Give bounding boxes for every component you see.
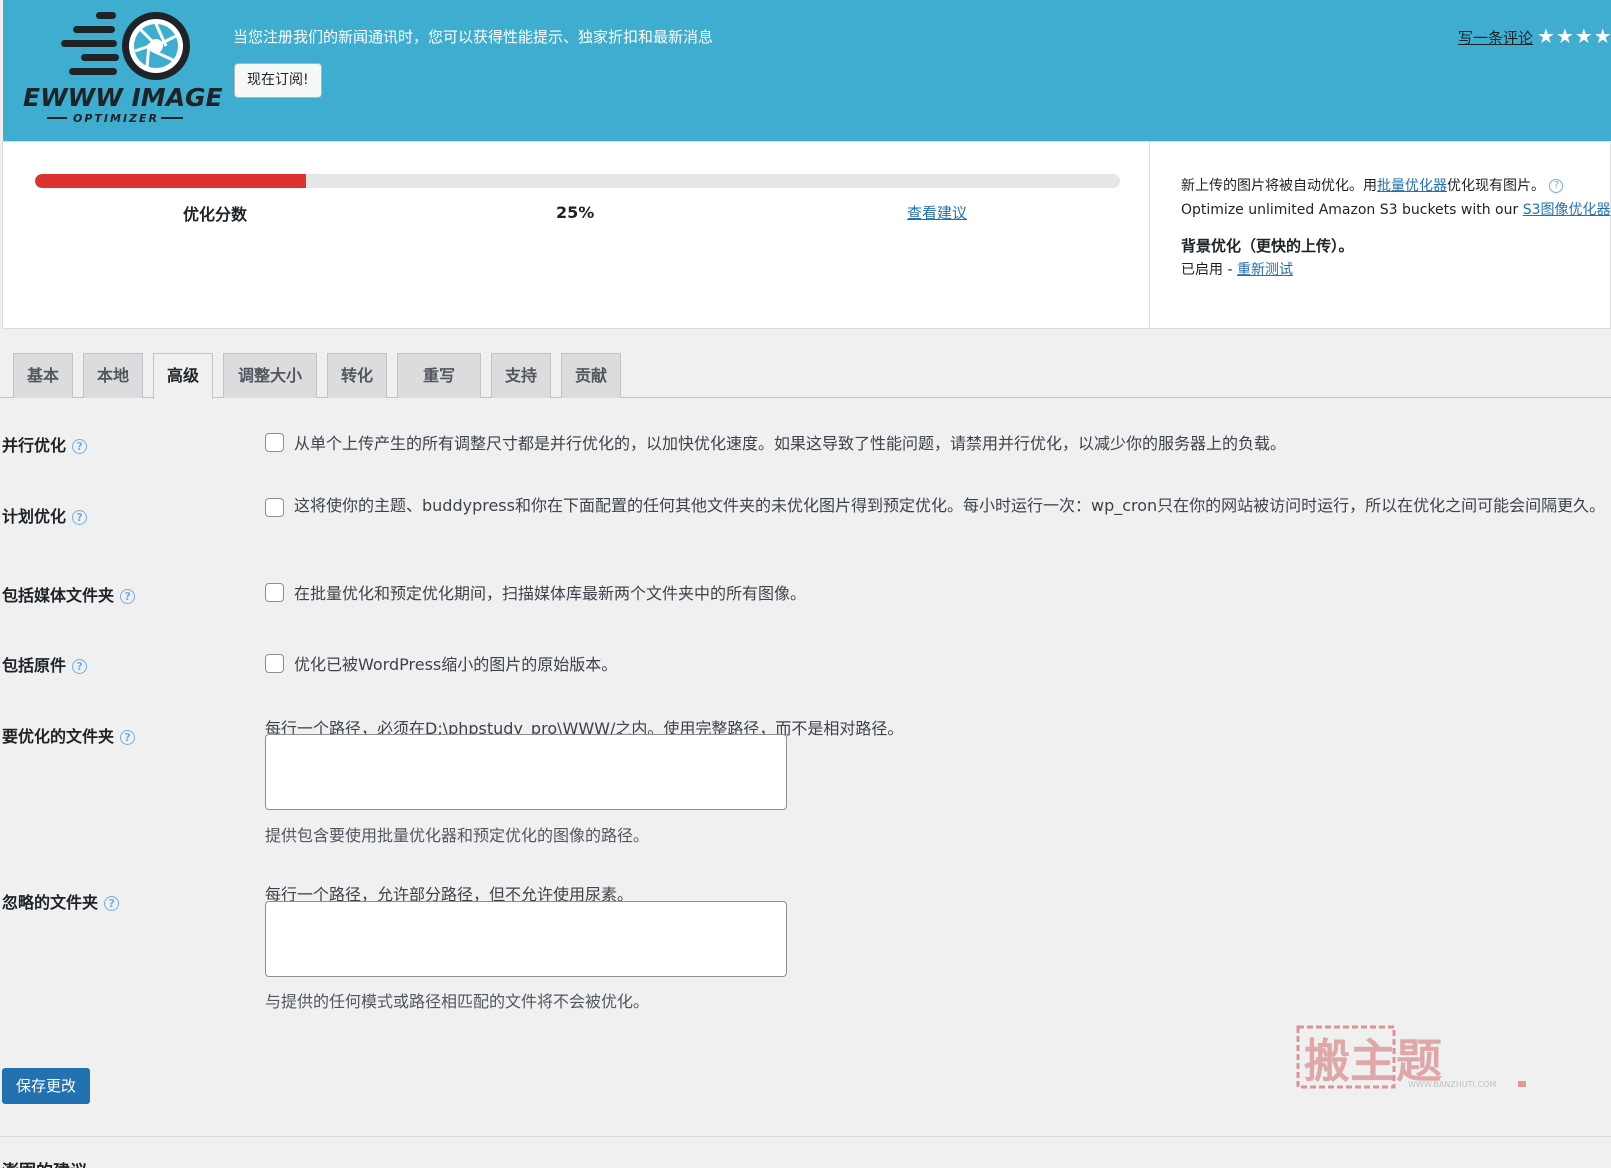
optimization-score-area: 优化分数 25% 查看建议 [3,142,1150,328]
review-link[interactable]: 写一条评论 [1458,29,1533,47]
ignored-folders-hint: 与提供的任何模式或路径相匹配的文件将不会被优化。 [265,992,650,1011]
recommendations-heading: 澎围的建议 [2,1157,87,1168]
subscribe-button[interactable]: 现在订阅! [234,63,322,98]
rating-stars-icon: ★★★★ [1537,24,1611,48]
settings-tabs: 基本 本地 高级 调整大小 转化 重写 支持 贡献 [0,353,1611,399]
tab-rewrite[interactable]: 重写 [397,353,481,398]
bulk-optimizer-link[interactable]: 批量优化器 [1377,178,1447,194]
parallel-label-text: 并行优化 [2,436,67,455]
s3-line: Optimize unlimited Amazon S3 buckets wit… [1181,198,1611,222]
ewww-logo: EWWW IMAGE OPTIMIZER [23,12,223,125]
parallel-optimization-checkbox[interactable] [265,433,284,452]
help-icon[interactable]: ? [120,589,136,604]
tab-support[interactable]: 支持 [491,353,551,398]
newsletter-text: 当您注册我们的新闻通讯时，您可以获得性能提示、独家折扣和最新消息 [233,28,714,46]
newsletter-banner: EWWW IMAGE OPTIMIZER 当您注册我们的新闻通讯时，您可以获得性… [3,0,1611,141]
ignored-label-text: 忽略的文件夹 [2,893,99,912]
save-changes-button[interactable]: 保存更改 [2,1068,91,1104]
include-media-folders-description: 在批量优化和预定优化期间，扫描媒体库最新两个文件夹中的所有图像。 [294,584,807,603]
tab-local[interactable]: 本地 [83,353,143,398]
tab-convert[interactable]: 转化 [327,353,387,398]
scheduled-optimization-label: 计划优化? [2,503,88,527]
tab-resize[interactable]: 调整大小 [223,353,317,398]
scheduled-optimization-description: 这将使你的主题、buddypress和你在下面配置的任何其他文件夹的未优化图片得… [294,496,1606,515]
tab-advanced[interactable]: 高级 [153,353,213,399]
score-percent: 25% [556,203,595,222]
tab-contribute[interactable]: 贡献 [561,353,621,398]
help-icon[interactable]: ? [1549,179,1564,193]
parallel-optimization-label: 并行优化? [2,432,88,456]
background-status: 已启用 - [1181,262,1233,278]
parallel-optimization-description: 从单个上传产生的所有调整尺寸都是并行优化的，以加快优化速度。如果这导致了性能问题… [294,434,1287,453]
tab-basic[interactable]: 基本 [13,353,73,398]
background-optimization-title: 背景优化（更快的上传）。 [1181,237,1354,255]
ignored-folders-textarea[interactable] [265,901,787,977]
logo-text: EWWW IMAGE [23,83,223,112]
scheduled-label-text: 计划优化 [2,507,67,526]
score-panel: 优化分数 25% 查看建议 新上传的图片将被自动优化。用批量优化器优化现有图片。… [2,141,1611,329]
auto-optimize-text: 新上传的图片将被自动优化。用 [1181,178,1377,194]
score-label: 优化分数 [183,205,248,224]
logo-subtext: OPTIMIZER [73,112,159,125]
auto-optimize-line: 新上传的图片将被自动优化。用批量优化器优化现有图片。 ? [1181,174,1611,198]
folders-to-optimize-label: 要优化的文件夹? [2,723,136,747]
review-block: 写一条评论 ★★★★ [1458,24,1611,48]
media-folders-label-text: 包括媒体文件夹 [2,586,115,605]
folders-label-text: 要优化的文件夹 [2,727,115,746]
side-info: 新上传的图片将被自动优化。用批量优化器优化现有图片。 ? Optimize un… [1181,174,1611,282]
help-icon[interactable]: ? [72,659,88,674]
watermark-logo: 搬主题 WWW.BANZHUTI.COM [1296,1025,1526,1089]
include-media-folders-checkbox[interactable] [265,583,284,602]
help-icon[interactable]: ? [72,510,88,525]
view-recommendations-link[interactable]: 查看建议 [907,202,967,223]
watermark-url: WWW.BANZHUTI.COM [1408,1080,1496,1089]
help-icon[interactable]: ? [120,730,136,745]
folders-to-optimize-textarea[interactable] [265,734,787,810]
include-originals-label: 包括原件? [2,652,88,676]
folders-to-optimize-hint: 提供包含要使用批量优化器和预定优化的图像的路径。 [265,826,650,845]
section-divider [0,1136,1611,1137]
score-progress-bar [35,174,1120,188]
originals-label-text: 包括原件 [2,656,67,675]
include-originals-description: 优化已被WordPress缩小的图片的原始版本。 [294,655,618,674]
ignored-folders-label: 忽略的文件夹? [2,889,120,913]
s3-text: Optimize unlimited Amazon S3 buckets wit… [1181,202,1519,218]
include-media-folders-label: 包括媒体文件夹? [2,582,136,606]
auto-optimize-suffix: 优化现有图片。 [1447,178,1545,194]
help-icon[interactable]: ? [72,439,88,454]
help-icon[interactable]: ? [104,896,120,911]
score-progress-fill [35,174,307,188]
include-originals-checkbox[interactable] [265,654,284,673]
retest-link[interactable]: 重新测试 [1237,262,1293,278]
s3-optimizer-link[interactable]: S3图像优化器 [1523,202,1611,218]
background-status-line: 已启用 - 重新测试 [1181,258,1611,282]
